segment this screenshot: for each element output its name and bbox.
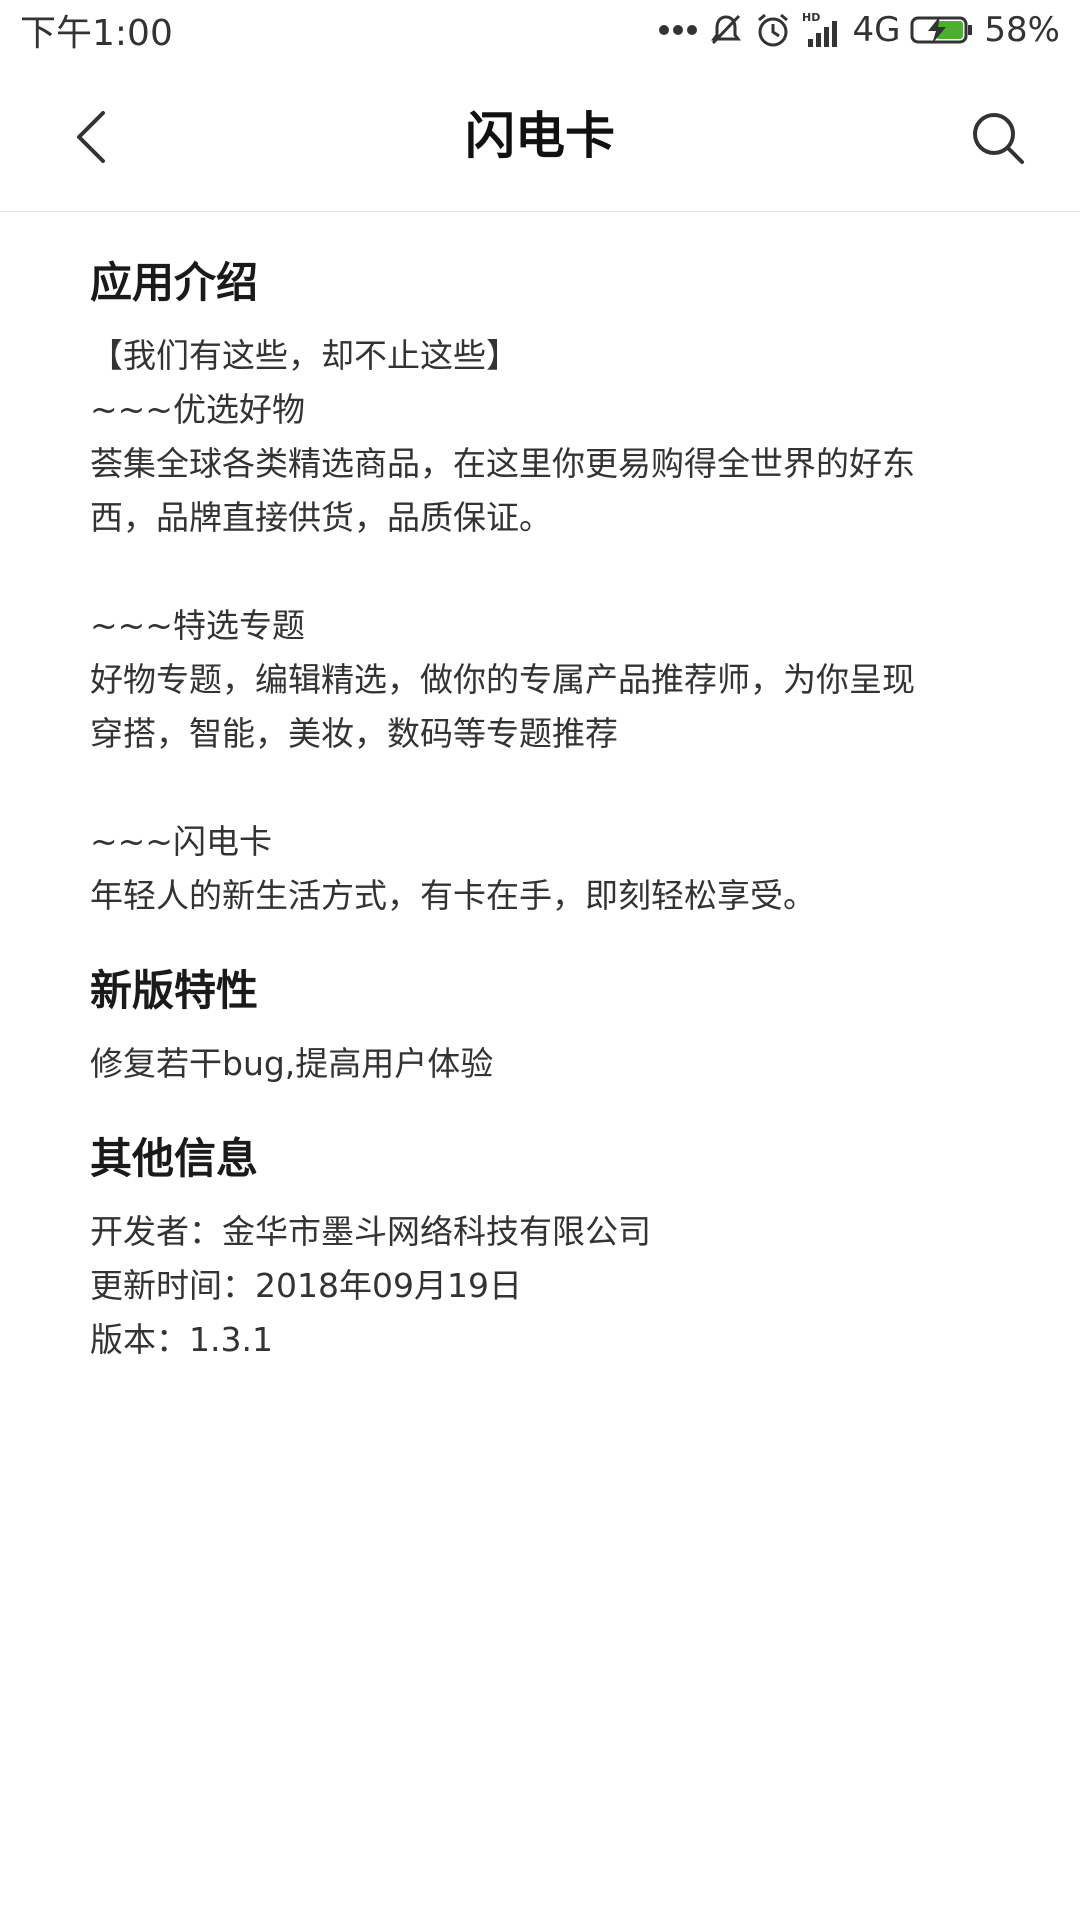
app-details: 应用介绍 【我们有这些，却不止这些】 ~~~优选好物 荟集全球各类精选商品，在这… bbox=[90, 255, 1000, 1367]
mute-icon bbox=[708, 12, 744, 48]
whats-new-text: 修复若干bug,提高用户体验 bbox=[90, 1044, 494, 1083]
intro-line: 荟集全球各类精选商品，在这里你更易购得全世界的好东 bbox=[90, 444, 915, 483]
network-label: 4G bbox=[852, 10, 901, 50]
intro-title: 应用介绍 bbox=[90, 258, 259, 307]
intro-line: ~~~优选好物 bbox=[90, 390, 305, 429]
battery-percent: 58% bbox=[984, 10, 1060, 50]
developer-info: 开发者：金华市墨斗网络科技有限公司 bbox=[90, 1212, 651, 1251]
alarm-icon bbox=[754, 11, 792, 49]
svg-text:HD: HD bbox=[802, 11, 820, 24]
intro-line: ~~~闪电卡 bbox=[90, 822, 272, 861]
more-dots-icon bbox=[658, 24, 698, 36]
status-bar: 下午1:00 HD 4G 58% bbox=[0, 0, 1080, 60]
intro-line: 好物专题，编辑精选，做你的专属产品推荐师，为你呈现 bbox=[90, 660, 915, 699]
intro-line: 【我们有这些，却不止这些】 bbox=[90, 336, 519, 375]
other-info-title: 其他信息 bbox=[90, 1134, 259, 1183]
version-info: 版本：1.3.1 bbox=[90, 1320, 273, 1359]
navigation-bar: 闪电卡 bbox=[0, 60, 1080, 212]
intro-line: ~~~特选专题 bbox=[90, 606, 305, 645]
status-icons: HD 4G 58% bbox=[658, 10, 1060, 50]
update-time: 更新时间：2018年09月19日 bbox=[90, 1266, 522, 1305]
search-icon bbox=[973, 113, 1024, 164]
page-title: 闪电卡 bbox=[465, 107, 615, 165]
battery-charging-icon bbox=[910, 14, 974, 46]
intro-line: 年轻人的新生活方式，有卡在手，即刻轻松享受。 bbox=[90, 876, 816, 915]
intro-line: 穿搭，智能，美妆，数码等专题推荐 bbox=[90, 714, 618, 753]
search-button[interactable] bbox=[966, 106, 1030, 170]
intro-line: 西，品牌直接供货，品质保证。 bbox=[90, 498, 552, 537]
status-time: 下午1:00 bbox=[20, 13, 173, 54]
whats-new-title: 新版特性 bbox=[90, 966, 259, 1015]
hd-signal-icon: HD bbox=[802, 11, 842, 49]
